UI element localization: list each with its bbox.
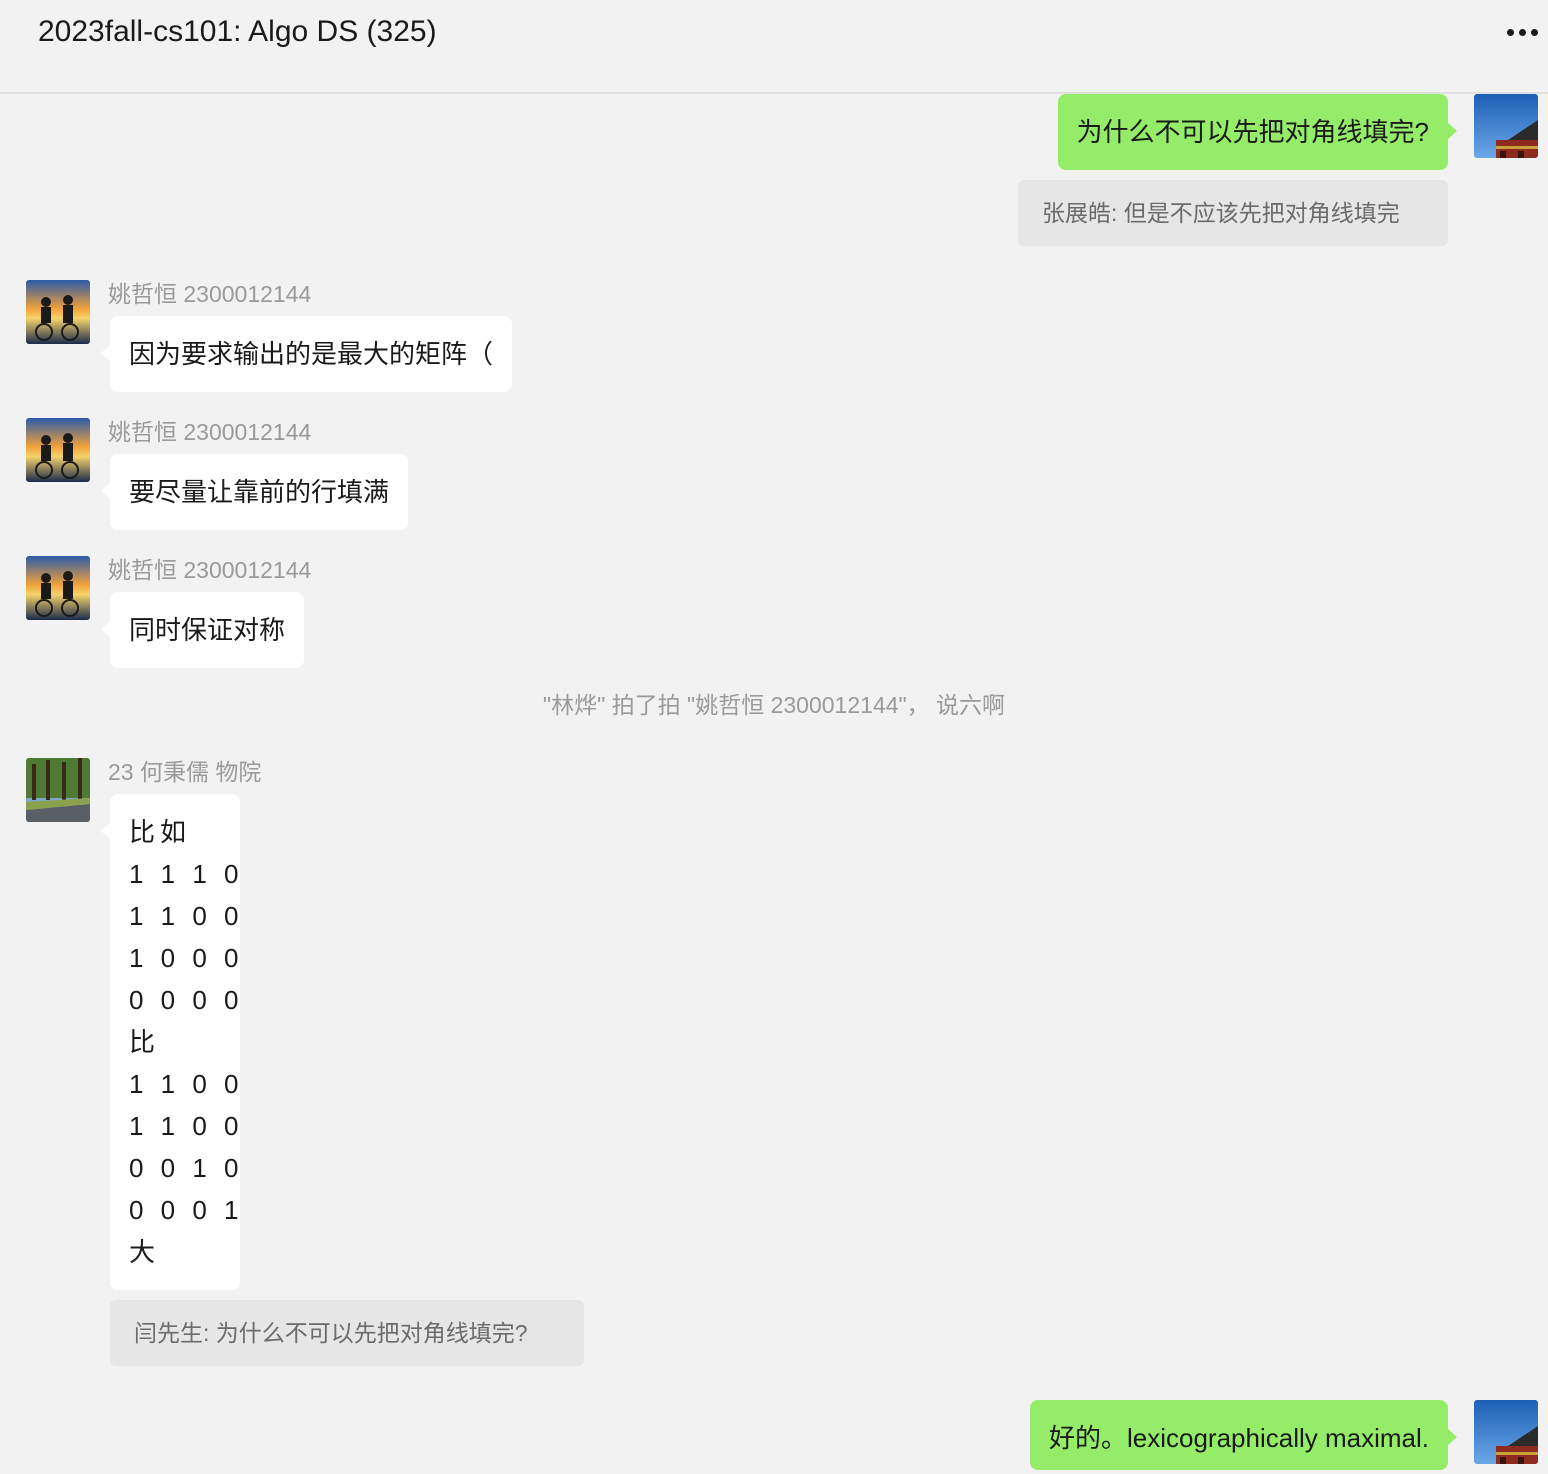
- message-bubble-incoming[interactable]: 要尽量让靠前的行填满: [100, 454, 409, 530]
- message-line: 1 0 0 0: [129, 943, 244, 973]
- message-text: 为什么不可以先把对角线填完?: [1076, 117, 1429, 147]
- sender-name: 姚哲恒 2300012144: [108, 557, 312, 583]
- my-avatar[interactable]: [1474, 94, 1538, 158]
- sender-name: 姚哲恒 2300012144: [108, 281, 312, 307]
- sender-avatar[interactable]: [26, 556, 90, 620]
- chat-header: 2023fall-cs101: Algo DS (325): [0, 0, 1548, 94]
- quoted-message[interactable]: 闫先生: 为什么不可以先把对角线填完?: [110, 1300, 584, 1366]
- message-bubble-outgoing[interactable]: 为什么不可以先把对角线填完?: [1057, 94, 1458, 170]
- message-line: 0 0 0 0: [129, 985, 244, 1015]
- message-line: 比如: [129, 817, 192, 847]
- more-dots-icon[interactable]: [1502, 14, 1542, 50]
- message-text: 要尽量让靠前的行填满: [129, 477, 390, 507]
- quoted-message[interactable]: 张展皓: 但是不应该先把对角线填完: [1018, 180, 1448, 246]
- system-notice: "林烨" 拍了拍 "姚哲恒 2300012144"， 说六啊: [542, 692, 1006, 718]
- sender-avatar[interactable]: [26, 280, 90, 344]
- message-text: 好的。lexicographically maximal.: [1049, 1423, 1429, 1453]
- message-line: 0 0 0 1: [129, 1195, 244, 1225]
- message-text: 同时保证对称: [129, 615, 286, 645]
- message-line: 大: [129, 1237, 161, 1267]
- message-text: 因为要求输出的是最大的矩阵（: [129, 339, 494, 369]
- sender-avatar[interactable]: [26, 758, 90, 822]
- message-text: 比如 1 1 1 0 1 1 0 0 1 0 0 0 0 0 0 0 比 1 1…: [129, 811, 244, 1273]
- sender-avatar[interactable]: [26, 418, 90, 482]
- message-bubble-incoming[interactable]: 因为要求输出的是最大的矩阵（: [100, 316, 513, 392]
- message-line: 1 1 0 0: [129, 1111, 244, 1141]
- message-line: 1 1 1 0: [129, 859, 244, 889]
- message-bubble-incoming[interactable]: 比如 1 1 1 0 1 1 0 0 1 0 0 0 0 0 0 0 比 1 1…: [101, 794, 244, 1290]
- sender-name: 姚哲恒 2300012144: [108, 419, 312, 445]
- my-avatar[interactable]: [1474, 1400, 1538, 1464]
- chat-title: 2023fall-cs101: Algo DS (325): [38, 15, 437, 48]
- message-line: 0 0 1 0: [129, 1153, 244, 1183]
- message-bubble-outgoing[interactable]: 好的。lexicographically maximal.: [1030, 1400, 1457, 1470]
- message-line: 1 1 0 0: [129, 901, 244, 931]
- sender-name: 23 何秉儒 物院: [108, 759, 262, 785]
- message-line: 1 1 0 0: [129, 1069, 244, 1099]
- message-line: 比: [129, 1027, 161, 1057]
- message-bubble-incoming[interactable]: 同时保证对称: [100, 592, 305, 668]
